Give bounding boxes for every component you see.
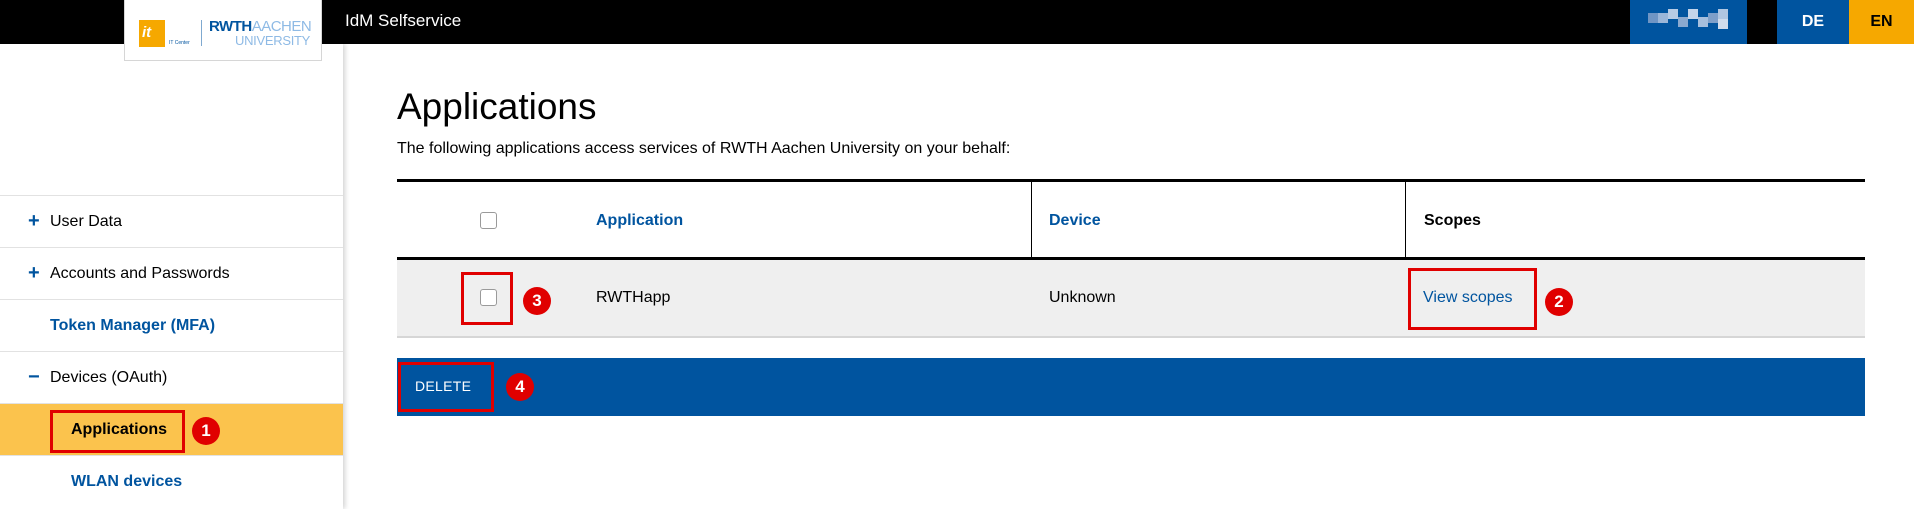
app-title: IdM Selfservice <box>345 11 462 30</box>
language-de-button[interactable]: DE <box>1777 0 1849 44</box>
table-header: Application Device Scopes <box>397 179 1865 260</box>
sidebar-item-wlan-devices[interactable]: WLAN devices <box>0 455 343 507</box>
sidebar: + User Data + Accounts and Passwords Tok… <box>0 44 343 509</box>
language-en-button[interactable]: EN <box>1849 0 1914 44</box>
row-select-checkbox[interactable] <box>480 289 497 306</box>
expand-plus-icon: + <box>28 262 40 284</box>
it-center-logo-mark: it <box>139 20 165 47</box>
select-all-checkbox[interactable] <box>480 212 497 229</box>
column-header-device[interactable]: Device <box>1049 212 1101 230</box>
annotation-badge-1: 1 <box>192 417 220 445</box>
view-scopes-link[interactable]: View scopes <box>1423 289 1513 307</box>
sidebar-item-label: WLAN devices <box>71 472 183 490</box>
table-action-bar: DELETE <box>397 358 1865 416</box>
annotation-badge-2: 2 <box>1545 288 1573 316</box>
collapse-minus-icon: − <box>28 366 40 388</box>
annotation-badge-3: 3 <box>523 287 551 315</box>
sidebar-item-label: Accounts and Passwords <box>50 264 230 282</box>
column-header-scopes: Scopes <box>1424 212 1481 229</box>
rwth-wordmark-university: UNIVERSITY <box>235 33 311 48</box>
sidebar-item-user-data[interactable]: + User Data <box>0 195 343 247</box>
sidebar-item-label: Applications <box>71 420 168 438</box>
user-menu-button[interactable] <box>1630 0 1747 44</box>
sidebar-item-devices-oauth[interactable]: − Devices (OAuth) <box>0 351 343 403</box>
expand-plus-icon: + <box>28 210 40 232</box>
sidebar-item-applications[interactable]: Applications <box>0 403 343 455</box>
device-name: Unknown <box>1049 289 1116 306</box>
sidebar-item-token-manager[interactable]: Token Manager (MFA) <box>0 299 343 351</box>
column-header-application[interactable]: Application <box>596 212 683 230</box>
sidebar-item-label: Devices (OAuth) <box>50 368 168 386</box>
it-center-caption: IT Center <box>169 40 190 46</box>
page-title: Applications <box>397 86 597 127</box>
logo-divider <box>201 20 202 46</box>
sidebar-item-label: Token Manager (MFA) <box>50 316 216 334</box>
annotation-badge-4: 4 <box>506 373 534 401</box>
sidebar-item-accounts-and-passwords[interactable]: + Accounts and Passwords <box>0 247 343 299</box>
sidebar-item-label: User Data <box>50 212 123 230</box>
page-intro-text: The following applications access servic… <box>397 140 1011 157</box>
application-name: RWTHapp <box>596 289 671 306</box>
column-divider <box>1031 182 1032 257</box>
delete-button[interactable]: DELETE <box>415 378 471 394</box>
logo[interactable]: it IT Center RWTHAACHEN UNIVERSITY <box>124 0 322 61</box>
table-row: RWTHapp Unknown View scopes <box>397 260 1865 338</box>
column-divider <box>1405 182 1406 257</box>
